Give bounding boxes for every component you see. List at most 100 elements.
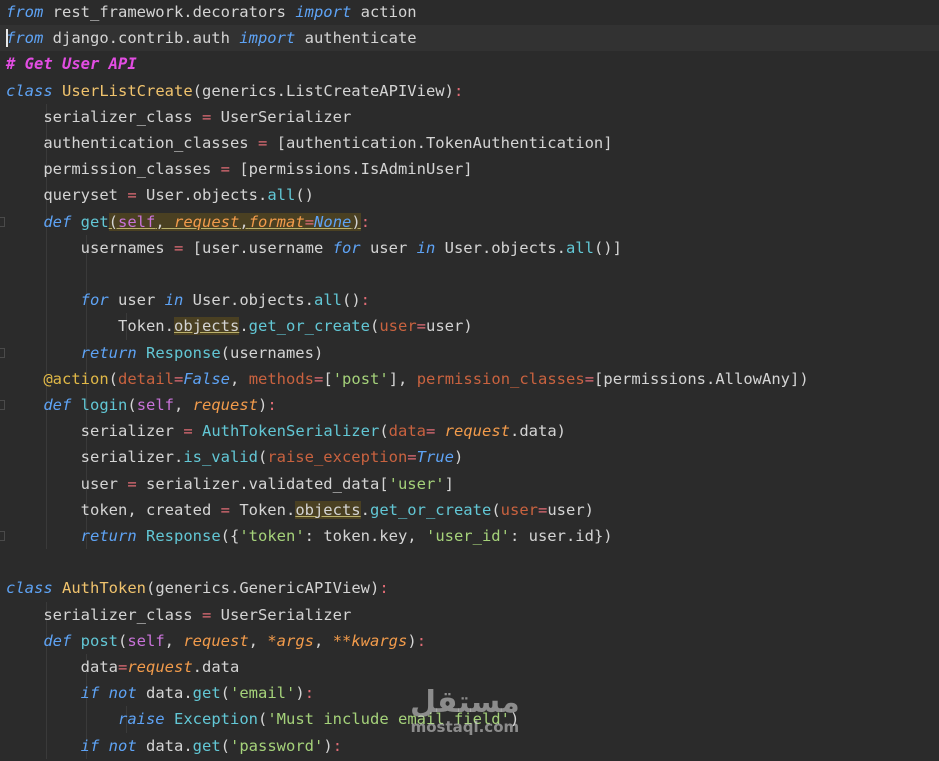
code-token: 'token' xyxy=(239,527,305,545)
code-token: ( xyxy=(379,422,389,441)
code-token: [permissions.AllowAny]) xyxy=(594,369,809,388)
code-line[interactable]: class AuthToken(generics.GenericAPIView)… xyxy=(0,575,939,601)
code-line[interactable]: # Get User API xyxy=(0,51,939,77)
code-token: 'user' xyxy=(388,474,445,493)
code-token: in xyxy=(164,291,184,310)
code-line[interactable]: token, created = Token.objects.get_or_cr… xyxy=(0,497,939,523)
code-token: , xyxy=(230,369,249,388)
code-token: User.objects. xyxy=(435,238,566,257)
code-line[interactable]: Token.objects.get_or_create(user=user) xyxy=(0,313,939,339)
code-token: [authentication.TokenAuthentication] xyxy=(267,134,613,152)
fold-marker-icon[interactable] xyxy=(0,400,5,410)
code-line[interactable]: serializer_class = UserSerializer xyxy=(0,104,939,130)
code-token: = xyxy=(220,160,230,179)
code-token: User.objects. xyxy=(183,291,314,310)
code-token: for xyxy=(332,238,361,257)
code-token: user xyxy=(108,291,165,310)
code-token: ()] xyxy=(593,238,622,257)
code-line[interactable]: for user in User.objects.all(): xyxy=(0,287,939,313)
code-token: : xyxy=(360,212,371,231)
code-line[interactable]: usernames = [user.username for user in U… xyxy=(0,235,939,261)
code-line[interactable]: if not data.get('password'): xyxy=(0,733,939,759)
code-editor[interactable]: from rest_framework.decorators import ac… xyxy=(0,0,939,761)
code-token: : xyxy=(267,396,277,414)
code-token: **kwargs xyxy=(332,631,408,650)
code-token: 'email' xyxy=(230,684,296,703)
code-token: ( xyxy=(258,710,268,729)
code-line[interactable]: permission_classes = [permissions.IsAdmi… xyxy=(0,156,939,182)
code-token: : xyxy=(416,631,427,650)
code-token: , xyxy=(314,631,333,650)
code-line[interactable]: def post(self, request, *args, **kwargs)… xyxy=(0,628,939,654)
code-token: : xyxy=(332,736,343,755)
code-line[interactable]: from django.contrib.auth import authenti… xyxy=(0,25,939,52)
code-line[interactable]: serializer_class = UserSerializer xyxy=(0,602,939,628)
code-token: authenticate xyxy=(295,29,417,48)
code-token: self xyxy=(127,631,165,650)
code-token: UserSerializer xyxy=(211,107,352,126)
code-token: [permissions.IsAdminUser] xyxy=(229,160,473,179)
code-line[interactable] xyxy=(0,549,939,575)
code-line[interactable]: def login(self, request): xyxy=(0,392,939,418)
code-token: data. xyxy=(136,684,193,703)
code-token: request xyxy=(444,422,510,441)
code-line[interactable]: from rest_framework.decorators import ac… xyxy=(0,0,939,25)
code-line[interactable]: return Response({'token': token.key, 'us… xyxy=(0,523,939,549)
fold-marker-icon[interactable] xyxy=(0,531,5,541)
code-line[interactable]: @action(detail=False, methods=['post'], … xyxy=(0,366,939,392)
code-token: permission_classes xyxy=(6,160,221,179)
code-token: ( xyxy=(108,369,118,388)
code-line[interactable]: return Response(usernames) xyxy=(0,340,939,366)
code-token: .data) xyxy=(510,422,566,441)
code-token: : xyxy=(379,579,389,598)
code-token: class xyxy=(6,579,53,598)
code-token: = xyxy=(425,422,436,441)
code-token: from xyxy=(6,3,44,21)
code-token: = xyxy=(173,238,184,257)
code-token: token, created xyxy=(6,500,221,519)
code-token: () xyxy=(295,186,314,205)
code-token: ) xyxy=(453,448,464,467)
code-token: in xyxy=(416,238,436,257)
code-line[interactable]: serializer.is_valid(raise_exception=True… xyxy=(0,444,939,470)
code-line[interactable]: authentication_classes = [authentication… xyxy=(0,130,939,156)
code-token: = xyxy=(127,186,137,205)
code-token: def xyxy=(43,212,72,231)
code-line[interactable]: user = serializer.validated_data['user'] xyxy=(0,471,939,497)
code-token: ], xyxy=(388,369,417,388)
code-line[interactable] xyxy=(0,261,939,287)
fold-marker-icon[interactable] xyxy=(0,216,5,227)
code-token: 'post' xyxy=(332,369,389,388)
code-line[interactable]: serializer = AuthTokenSerializer(data= r… xyxy=(0,418,939,444)
code-token: get_or_create xyxy=(369,500,492,519)
code-token: from xyxy=(6,29,44,48)
code-token: = xyxy=(407,448,417,467)
code-line[interactable]: data=request.data xyxy=(0,654,939,680)
code-token: : xyxy=(453,81,464,100)
code-token: ( xyxy=(127,396,137,414)
code-token: all xyxy=(313,291,342,310)
code-line[interactable]: def get(self, request,format=None): xyxy=(0,209,939,235)
code-line[interactable]: queryset = User.objects.all() xyxy=(0,182,939,208)
fold-marker-icon[interactable] xyxy=(0,347,5,358)
code-token: self xyxy=(136,396,175,414)
code-token: not xyxy=(108,684,137,703)
code-token: request xyxy=(174,212,240,231)
code-line[interactable]: class UserListCreate(generics.ListCreate… xyxy=(0,78,939,104)
code-token: request xyxy=(127,658,193,676)
code-token: objects xyxy=(295,500,361,519)
code-token: ({ xyxy=(220,527,240,545)
code-token: *args xyxy=(267,631,315,650)
code-token: ( xyxy=(220,684,231,703)
code-token: format xyxy=(248,212,305,231)
code-token: data xyxy=(388,422,426,441)
